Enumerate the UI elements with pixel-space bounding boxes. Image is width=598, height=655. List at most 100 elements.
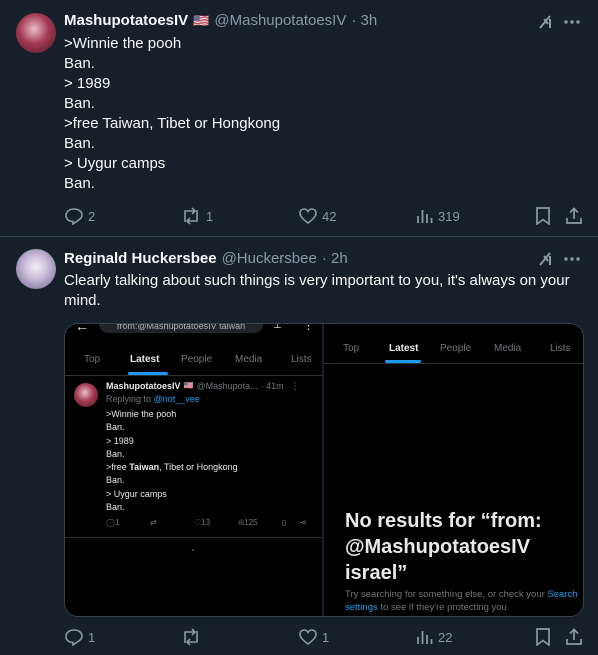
retweet-count: 1 [206, 208, 214, 224]
tab-top: Top [343, 343, 360, 354]
text-line: > Uygur camps [64, 155, 166, 172]
mini-more-icon: ⋮ [290, 381, 300, 391]
heart-icon [298, 207, 318, 225]
text-line: Ban. [64, 55, 95, 72]
mini-line: >free Taiwan, Tibet or Hongkong [106, 462, 238, 473]
like-count: 1 [322, 629, 330, 645]
retweet-button[interactable]: 1 [180, 207, 213, 225]
mini-line: Ban. [106, 502, 125, 513]
kebab-icon: ⋮ [303, 323, 314, 332]
retweet-icon [180, 628, 202, 646]
replying-handle: @not__vee [153, 394, 200, 404]
mini-like: ♡13 [194, 518, 211, 527]
handle[interactable]: @Huckersbee [222, 250, 317, 267]
avatar-huckersbee[interactable] [16, 249, 56, 289]
mini-line: Ban. [106, 448, 125, 459]
right-screenshot[interactable]: Top Latest People Media Lists No results… [324, 324, 583, 616]
tab-media: Media [235, 354, 263, 365]
more-icon[interactable] [564, 257, 580, 261]
mini-name: MashupotatoesIV [106, 381, 181, 391]
more-icon[interactable] [564, 20, 580, 24]
heart-icon [298, 628, 318, 646]
text-line: > 1989 [64, 75, 111, 92]
views-button[interactable]: 22 [416, 628, 452, 646]
text-line: >free Taiwan, Tibet or Hongkong [64, 115, 281, 132]
like-button[interactable]: 42 [298, 207, 336, 225]
reply-count: 1 [88, 629, 96, 645]
search-pill: from:@MashupotatoesIV taiwan [99, 324, 263, 333]
views-count: 319 [438, 208, 460, 224]
share-icon[interactable] [565, 207, 583, 225]
reply-count: 2 [88, 208, 96, 224]
grok-icon[interactable] [537, 13, 555, 31]
avatar-mashupotatoes[interactable] [16, 13, 56, 53]
tab-top: Top [84, 354, 101, 365]
hint-text: Try searching for something else, or che… [345, 589, 545, 600]
mini-reply: ◯1 [106, 518, 120, 527]
bookmark-icon[interactable] [535, 628, 551, 646]
mini-line: > Uygur camps [106, 488, 167, 499]
handle[interactable]: @MashupotatoesIV [214, 12, 346, 29]
us-flag-icon: 🇺🇸 [183, 381, 194, 390]
retweet-button[interactable] [180, 628, 206, 646]
mini-header: MashupotatoesIV 🇺🇸 @Mashupota... · 41m ⋮ [106, 381, 300, 392]
text-line: Ban. [64, 135, 95, 152]
text-line: Ban. [64, 175, 95, 192]
mini-bookmark-icon: ▯ [282, 518, 287, 527]
views-count: 22 [438, 629, 453, 645]
retweet-icon [180, 207, 202, 225]
back-arrow-icon: ← [75, 323, 89, 334]
mini-handle: @Mashupota... [196, 381, 258, 391]
reply-icon [64, 207, 84, 225]
tabs-divider [65, 375, 322, 376]
tweet-divider [0, 236, 598, 237]
loading-dot [192, 549, 194, 551]
views-button[interactable]: 319 [416, 207, 460, 225]
views-icon [416, 207, 434, 225]
mini-line: Ban. [106, 422, 125, 433]
tab-people: People [440, 343, 472, 354]
mini-text: >Winnie the pooh Ban. > 1989 Ban. >free … [106, 408, 238, 514]
reply-button[interactable]: 2 [64, 207, 95, 225]
display-name[interactable]: MashupotatoesIV [64, 12, 188, 29]
no-results-heading: No results for “from: @MashupotatoesIV i… [345, 510, 542, 584]
tab-lists: Lists [550, 343, 571, 354]
like-button[interactable]: 1 [298, 628, 329, 646]
mini-avatar [74, 383, 98, 407]
mini-time: · 41m [260, 381, 284, 391]
replying-label: Replying to [106, 394, 152, 404]
mini-retweet-icon: ⇄ [150, 518, 157, 527]
tab-media: Media [494, 343, 522, 354]
reply-icon [64, 628, 84, 646]
share-icon[interactable] [565, 628, 583, 646]
mini-share-icon: ⋖ [300, 518, 307, 527]
filter-icon: ⊥ [273, 323, 282, 331]
timestamp[interactable]: · 2h [322, 250, 348, 267]
text-line: Ban. [64, 95, 95, 112]
tweet1-header: MashupotatoesIV 🇺🇸 @MashupotatoesIV · 3h [64, 12, 377, 29]
tab-lists: Lists [291, 354, 312, 365]
display-name[interactable]: Reginald Huckersbee [64, 250, 217, 267]
media-container[interactable]: ← from:@MashupotatoesIV taiwan ⊥ ⋮ Top L… [64, 323, 584, 617]
no-results-hint: Try searching for something else, or che… [345, 588, 581, 614]
tweet2-text: Clearly talking about such things is ver… [64, 272, 570, 309]
bookmark-icon[interactable] [535, 207, 551, 225]
timestamp[interactable]: · 3h [351, 12, 377, 29]
mini-divider [65, 537, 322, 538]
hint-rest: to see if they're protecting you [380, 602, 507, 613]
grok-icon[interactable] [537, 250, 555, 268]
mini-line: Ban. [106, 475, 125, 486]
tweet1-text: >Winnie the pooh Ban. > 1989 Ban. >free … [64, 34, 280, 194]
us-flag-icon: 🇺🇸 [193, 12, 210, 28]
views-icon [416, 628, 434, 646]
mini-views: ılı125 [238, 518, 258, 527]
like-count: 42 [322, 208, 337, 224]
tweet2-header: Reginald Huckersbee @Huckersbee · 2h [64, 250, 348, 267]
tabs-divider [324, 363, 583, 364]
mini-line: > 1989 [106, 435, 134, 446]
text-line: >Winnie the pooh [64, 35, 182, 52]
reply-button[interactable]: 1 [64, 628, 95, 646]
tab-people: People [181, 354, 213, 365]
tab-latest: Latest [389, 343, 419, 354]
left-screenshot[interactable]: ← from:@MashupotatoesIV taiwan ⊥ ⋮ Top L… [65, 324, 322, 616]
